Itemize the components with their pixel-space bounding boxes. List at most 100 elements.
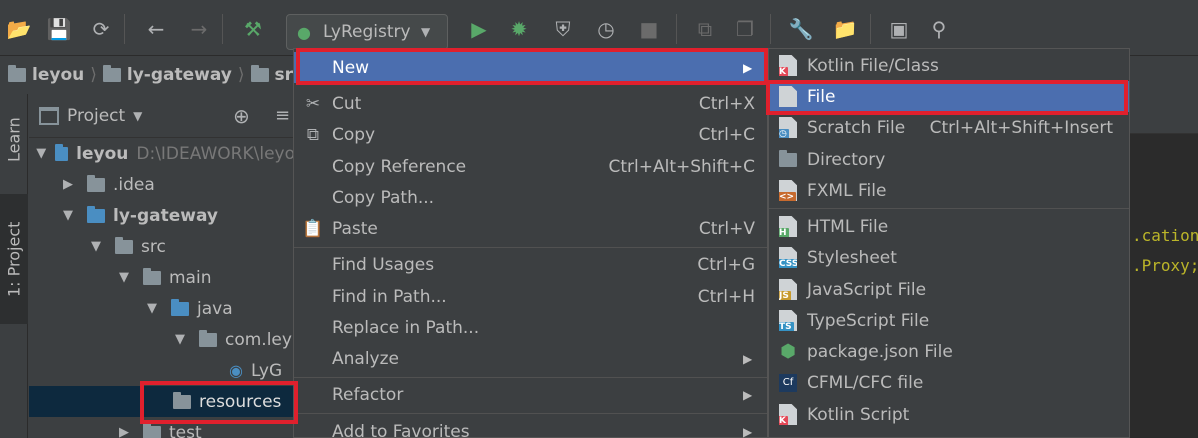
- sync-icon[interactable]: ⟳: [88, 16, 114, 42]
- run-icon[interactable]: ▶: [466, 16, 492, 42]
- tree-node-leyou[interactable]: ▼ leyou D:\IDEAWORK\leyo: [29, 138, 295, 169]
- submenu-arrow-icon: ▶: [743, 60, 753, 75]
- collapsed-arrow-icon[interactable]: ▶: [113, 425, 135, 438]
- submenu-item-file[interactable]: File: [769, 81, 1129, 112]
- project-panel-header: Project ▼ ⊕ ≡: [29, 94, 295, 138]
- breadcrumb-item-ly-gateway[interactable]: ly-gateway: [127, 65, 232, 85]
- expand-arrow-icon[interactable]: ▼: [113, 270, 135, 285]
- project-tool-tab[interactable]: 1: Project: [0, 194, 28, 324]
- submenu-arrow-icon: ▶: [743, 424, 753, 438]
- menu-item-find-in-path[interactable]: Find in Path... Ctrl+H: [294, 281, 767, 312]
- project-panel-title[interactable]: Project: [67, 106, 125, 126]
- toolbar-divider: [870, 14, 871, 44]
- build-module-icon[interactable]: ❐: [732, 16, 758, 42]
- expand-arrow-icon[interactable]: ▼: [85, 239, 107, 254]
- tree-node-ly-gateway[interactable]: ▼ ly-gateway: [29, 200, 295, 231]
- expand-arrow-icon[interactable]: ▼: [57, 208, 79, 223]
- folder-icon: [102, 65, 121, 82]
- open-folder-icon[interactable]: 📂: [6, 16, 32, 42]
- submenu-item-fxml-file[interactable]: <> FXML File: [769, 175, 1129, 206]
- expand-arrow-icon[interactable]: ▼: [33, 146, 49, 161]
- submenu-item-stylesheet[interactable]: CSS Stylesheet: [769, 242, 1129, 273]
- build-hammer-icon[interactable]: ⚒: [240, 16, 266, 42]
- css-file-icon: CSS: [779, 247, 797, 268]
- tree-node-src[interactable]: ▼ src: [29, 231, 295, 262]
- coverage-icon[interactable]: ⛨: [550, 16, 576, 42]
- locate-crosshair-icon[interactable]: ⊕: [233, 104, 250, 128]
- menu-item-new[interactable]: New ▶: [294, 52, 767, 83]
- submenu-item-package-json[interactable]: ⬢ package.json File: [769, 336, 1129, 367]
- tree-node-main[interactable]: ▼ main: [29, 262, 295, 293]
- settings-wrench-icon[interactable]: 🔧: [788, 16, 814, 42]
- tree-node-class[interactable]: ◉ LyG: [29, 355, 295, 386]
- copy-icon: ⧉: [306, 124, 320, 145]
- menu-item-paste[interactable]: 📋 Paste Ctrl+V: [294, 213, 767, 244]
- stop-icon[interactable]: ■: [636, 16, 662, 42]
- back-icon[interactable]: ←: [143, 16, 169, 42]
- learn-tool-tab[interactable]: Learn: [0, 100, 28, 180]
- submenu-item-label: Kotlin Script: [807, 404, 910, 425]
- expand-arrow-icon[interactable]: ▼: [169, 332, 191, 347]
- menu-item-shortcut: Ctrl+C: [698, 124, 755, 145]
- attach-icon[interactable]: ⧉: [692, 16, 718, 42]
- save-icon[interactable]: 💾: [46, 16, 72, 42]
- collapse-all-icon[interactable]: ≡: [275, 105, 290, 126]
- forward-icon[interactable]: →: [186, 16, 212, 42]
- submenu-item-typescript-file[interactable]: TS TypeScript File: [769, 305, 1129, 336]
- submenu-item-cfml-file[interactable]: Cf CFML/CFC file: [769, 367, 1129, 398]
- submenu-arrow-icon: ▶: [743, 351, 753, 366]
- terminal-icon[interactable]: ▣: [886, 16, 912, 42]
- project-structure-icon[interactable]: 📁: [832, 16, 858, 42]
- code-line: .cation: [1132, 226, 1198, 245]
- debug-icon[interactable]: ✹: [506, 16, 532, 42]
- run-config-label: LyRegistry: [323, 22, 411, 42]
- menu-item-label: Copy: [332, 124, 376, 145]
- submenu-item-label: Directory: [807, 149, 886, 170]
- tree-node-package[interactable]: ▼ com.ley: [29, 324, 295, 355]
- menu-item-replace-in-path[interactable]: Replace in Path...: [294, 312, 767, 343]
- tool-window-strip: Learn 1: Project: [0, 94, 28, 438]
- tree-node-test[interactable]: ▶ test: [29, 417, 295, 438]
- breadcrumb-item-leyou[interactable]: leyou: [32, 65, 84, 85]
- tree-node-label: test: [169, 422, 202, 438]
- module-folder-icon: [87, 205, 105, 223]
- menu-item-cut[interactable]: ✂ Cut Ctrl+X: [294, 88, 767, 119]
- breadcrumb-item-src[interactable]: sr: [275, 65, 294, 85]
- module-folder-icon: [55, 143, 69, 161]
- tree-node-label: resources: [199, 391, 282, 412]
- menu-item-label: Copy Reference: [332, 156, 467, 177]
- chevron-down-icon[interactable]: ▼: [133, 109, 142, 123]
- submenu-item-javascript-file[interactable]: JS JavaScript File: [769, 274, 1129, 305]
- profile-icon[interactable]: ◷: [593, 16, 619, 42]
- tree-node-idea[interactable]: ▶ .idea: [29, 169, 295, 200]
- submenu-item-scratch-file[interactable]: ◷ Scratch File Ctrl+Alt+Shift+Insert: [769, 112, 1129, 143]
- folder-icon: [115, 236, 133, 254]
- tree-node-resources[interactable]: resources: [29, 386, 295, 417]
- menu-item-copy[interactable]: ⧉ Copy Ctrl+C: [294, 119, 767, 150]
- menu-item-refactor[interactable]: Refactor ▶: [294, 379, 767, 410]
- menu-item-copy-reference[interactable]: Copy Reference Ctrl+Alt+Shift+C: [294, 151, 767, 182]
- submenu-item-directory[interactable]: Directory: [769, 144, 1129, 175]
- collapsed-arrow-icon[interactable]: ▶: [57, 177, 79, 192]
- menu-divider: [294, 413, 767, 414]
- menu-item-label: Cut: [332, 93, 362, 114]
- search-icon[interactable]: ⚲: [926, 16, 952, 42]
- html-file-icon: H: [779, 216, 797, 237]
- code-line: .Proxy;: [1132, 256, 1198, 275]
- folder-icon: [87, 174, 105, 192]
- submenu-item-html-file[interactable]: H HTML File: [769, 211, 1129, 242]
- run-configuration-dropdown[interactable]: ● LyRegistry ▼: [286, 14, 448, 50]
- menu-item-analyze[interactable]: Analyze ▶: [294, 343, 767, 374]
- menu-item-find-usages[interactable]: Find Usages Ctrl+G: [294, 249, 767, 280]
- submenu-item-kotlin-file[interactable]: K Kotlin File/Class: [769, 50, 1129, 81]
- directory-icon: [779, 149, 797, 167]
- menu-item-copy-path[interactable]: Copy Path...: [294, 182, 767, 213]
- tree-node-java[interactable]: ▼ java: [29, 293, 295, 324]
- expand-arrow-icon[interactable]: ▼: [141, 301, 163, 316]
- menu-item-label: Replace in Path...: [332, 317, 480, 338]
- code-editor[interactable]: .cation .Proxy;: [1130, 94, 1198, 438]
- menu-item-label: Find in Path...: [332, 286, 447, 307]
- kotlin-script-icon: K: [779, 404, 797, 425]
- submenu-item-kotlin-script[interactable]: K Kotlin Script: [769, 399, 1129, 430]
- menu-item-add-to-favorites[interactable]: Add to Favorites ▶: [294, 416, 767, 438]
